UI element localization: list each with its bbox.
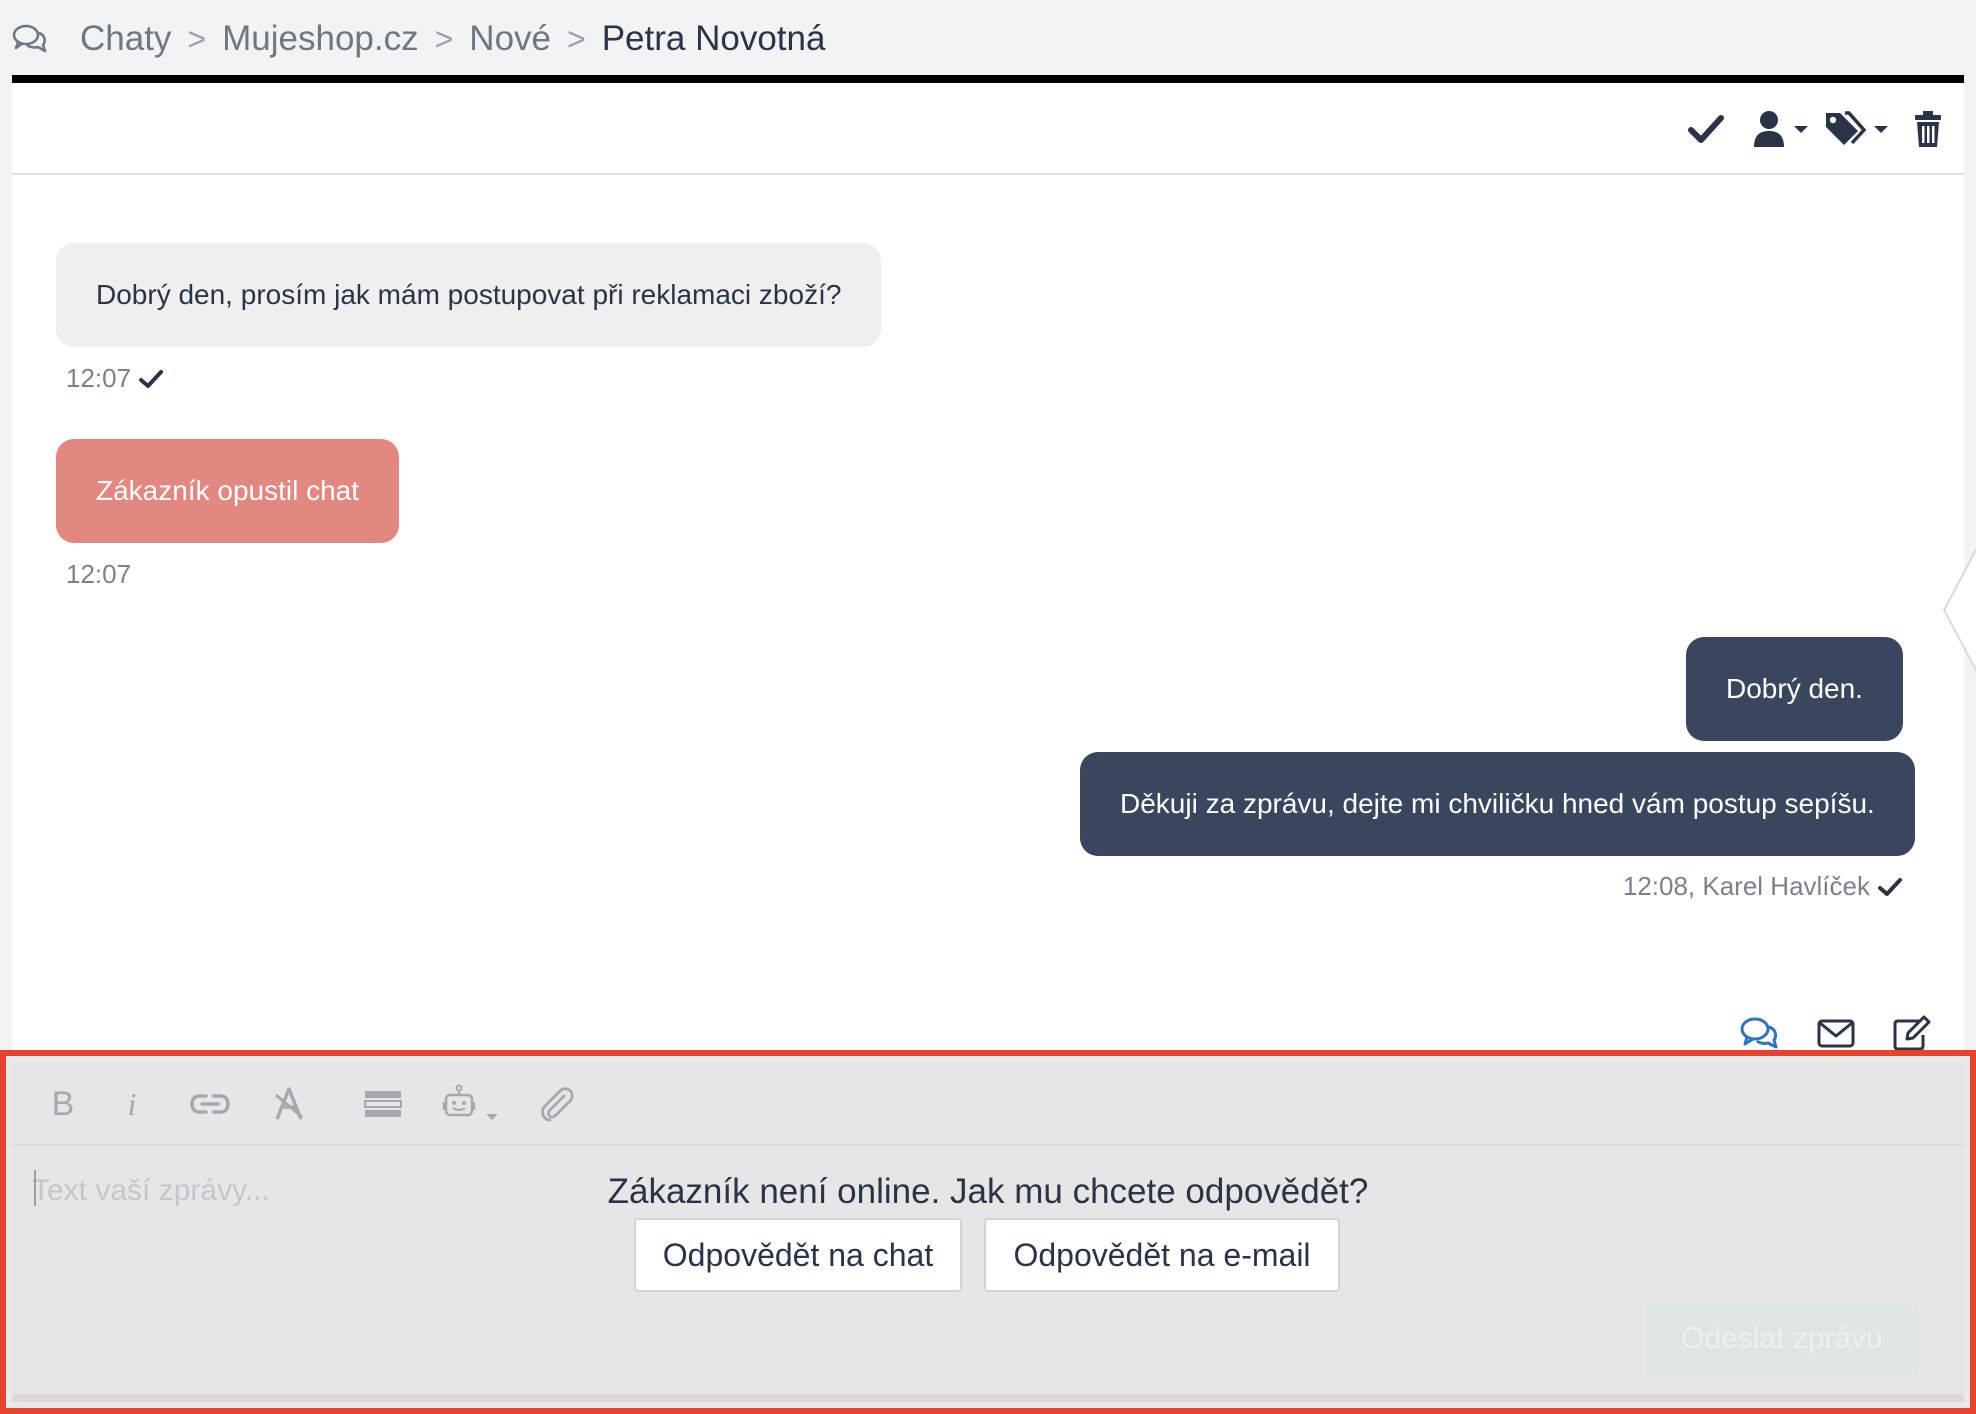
assign-user-button[interactable] <box>1752 109 1810 149</box>
user-icon <box>1754 111 1784 147</box>
paperclip-icon <box>541 1087 574 1122</box>
trash-icon <box>1915 111 1941 147</box>
offline-question: Zákazník není online. Jak mu chcete odpo… <box>607 1172 1369 1211</box>
message-time: 12:07 <box>66 363 132 393</box>
breadcrumb-item-new[interactable]: Nové <box>469 19 551 59</box>
read-check-icon <box>139 369 164 388</box>
side-panel-toggle[interactable] <box>1942 530 1976 690</box>
breadcrumb-separator: > <box>434 20 454 57</box>
resolve-button[interactable] <box>1688 109 1724 149</box>
robot-icon <box>442 1084 498 1120</box>
message-meta: 12:08, Karel Havlíček <box>1623 871 1902 902</box>
reply-email-button[interactable]: Odpovědět na e-mail <box>984 1218 1340 1292</box>
template-button[interactable] <box>364 1084 402 1124</box>
send-button[interactable]: Odeslat zprávu <box>1646 1302 1918 1376</box>
bold-button[interactable]: B <box>48 1084 78 1124</box>
bot-button[interactable] <box>442 1084 504 1124</box>
email-channel-icon[interactable] <box>1816 1015 1856 1051</box>
check-icon <box>1688 115 1724 143</box>
breadcrumb-separator: > <box>187 20 207 57</box>
link-icon <box>190 1094 230 1114</box>
clear-format-button[interactable] <box>274 1084 304 1124</box>
agent-message: Děkuji za zprávu, dejte mi chviličku hne… <box>1080 752 1915 856</box>
format-toolbar: B i <box>12 1062 1964 1146</box>
chat-channel-icon[interactable] <box>1740 1015 1780 1051</box>
tags-button[interactable] <box>1824 109 1890 149</box>
chats-icon <box>12 24 47 53</box>
breadcrumb-item-shop[interactable]: Mujeshop.cz <box>222 19 418 59</box>
breadcrumb: Chaty > Mujeshop.cz > Nové > Petra Novot… <box>12 14 825 64</box>
breadcrumb-current: Petra Novotná <box>601 19 826 58</box>
composer-bottom-border <box>12 1394 1964 1402</box>
message-meta: 12:07 <box>66 559 131 590</box>
reply-chat-button[interactable]: Odpovědět na chat <box>634 1218 962 1292</box>
note-channel-icon[interactable] <box>1892 1015 1932 1051</box>
clear-format-icon <box>275 1087 303 1120</box>
composer-highlight: B i Text vaší zprávy... Zákazník není on… <box>0 1050 1976 1414</box>
message-meta: 12:07 <box>66 363 164 394</box>
system-message: Zákazník opustil chat <box>56 439 400 543</box>
caret-down-icon <box>1794 126 1808 133</box>
tags-icon <box>1826 111 1866 145</box>
caret-down-icon <box>1874 126 1888 133</box>
breadcrumb-item-chats[interactable]: Chaty <box>80 19 171 59</box>
attach-button[interactable] <box>540 1084 574 1124</box>
breadcrumb-separator: > <box>567 20 586 57</box>
link-button[interactable] <box>190 1084 230 1124</box>
chat-toolbar <box>12 83 1964 175</box>
italic-button[interactable]: i <box>122 1084 142 1124</box>
delete-button[interactable] <box>1914 109 1942 149</box>
read-check-icon <box>1878 877 1902 896</box>
template-list-icon <box>364 1091 402 1117</box>
agent-message: Dobrý den. <box>1686 637 1903 741</box>
message-time: 12:07 <box>66 559 132 589</box>
composer: B i Text vaší zprávy... Zákazník není on… <box>12 1062 1964 1402</box>
customer-message: Dobrý den, prosím jak mám postupovat při… <box>56 243 882 347</box>
message-time-author: 12:08, Karel Havlíček <box>1622 871 1870 901</box>
